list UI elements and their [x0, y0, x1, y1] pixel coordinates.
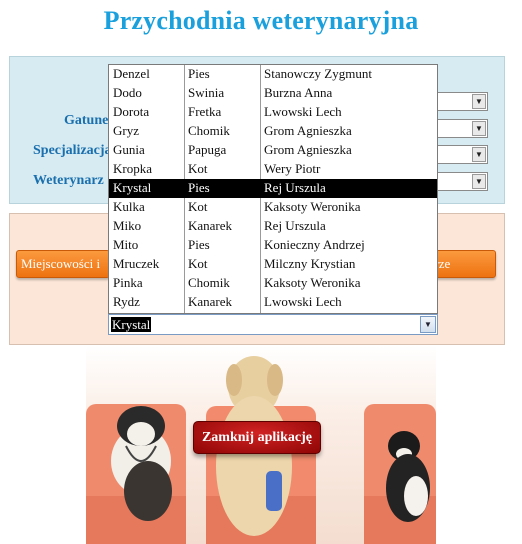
- dropdown-row[interactable]: Krystal Pies Rej Urszula: [109, 179, 437, 198]
- dropdown-row[interactable]: Denzel Pies Stanowczy Zygmunt: [109, 65, 437, 84]
- vet-name-cell: Lwowski Lech: [264, 104, 342, 119]
- dropdown-row[interactable]: Kropka Kot Wery Piotr: [109, 160, 437, 179]
- animal-name-cell: Denzel: [113, 66, 150, 81]
- specjalizacja-label: Specjalizacja: [33, 143, 112, 158]
- animal-name-cell: Mruczek: [113, 256, 160, 271]
- chevron-down-icon[interactable]: ▼: [472, 121, 486, 136]
- dropdown-row[interactable]: Gunia Papuga Grom Agnieszka: [109, 141, 437, 160]
- dropdown-row[interactable]: Mito Pies Konieczny Andrzej: [109, 236, 437, 255]
- animal-name-cell: Rydz: [113, 294, 140, 309]
- page-title: Przychodnia weterynaryjna: [103, 6, 419, 35]
- animal-name-cell: Gunia: [113, 142, 145, 157]
- chevron-down-icon[interactable]: ▼: [472, 147, 486, 162]
- vet-name-cell: Rej Urszula: [264, 180, 326, 195]
- species-cell: Pies: [188, 66, 210, 81]
- vet-name-cell: Kaksoty Weronika: [264, 199, 361, 214]
- close-app-button[interactable]: Zamknij aplikację: [193, 421, 321, 454]
- animal-name-cell: Pinka: [113, 275, 143, 290]
- vet-name-cell: Stanowczy Zygmunt: [264, 66, 372, 81]
- vet-name-cell: Burzna Anna: [264, 85, 333, 100]
- animal-name-cell: Krystal: [113, 180, 152, 195]
- dropdown-row[interactable]: Miko Kanarek Rej Urszula: [109, 217, 437, 236]
- species-cell: Kot: [188, 256, 208, 271]
- vet-name-cell: Wery Piotr: [264, 161, 321, 176]
- dropdown-row[interactable]: Kulka Kot Kaksoty Weronika: [109, 198, 437, 217]
- weterynarz-label: Weterynarz: [33, 173, 104, 188]
- animal-name-cell: Kulka: [113, 199, 145, 214]
- vet-name-cell: Grom Agnieszka: [264, 142, 352, 157]
- species-cell: Kot: [188, 199, 208, 214]
- vet-name-cell: Lwowski Lech: [264, 294, 342, 309]
- animal-dropdown-list[interactable]: Denzel Pies Stanowczy Zygmunt Dodo Swinia Bur…: [108, 64, 438, 314]
- species-cell: Kot: [188, 161, 208, 176]
- species-cell: Pies: [188, 237, 210, 252]
- vet-name-cell: Kaksoty Weronika: [264, 275, 361, 290]
- chevron-down-icon[interactable]: ▼: [420, 316, 436, 333]
- dropdown-row[interactable]: Pinka Chomik Kaksoty Weronika: [109, 274, 437, 293]
- close-app-button-label: Zamknij aplikację: [201, 429, 313, 445]
- dropdown-row[interactable]: Mruczek Kot Milczny Krystian: [109, 255, 437, 274]
- animal-name-cell: Mito: [113, 237, 139, 252]
- animal-name-cell: Miko: [113, 218, 142, 233]
- chevron-down-icon[interactable]: ▼: [472, 174, 486, 189]
- species-cell: Pies: [188, 180, 210, 195]
- chevron-down-icon[interactable]: ▼: [472, 94, 486, 109]
- miejscowosci-button-label: Miejscowości i: [21, 256, 101, 271]
- animal-name-cell: Gryz: [113, 123, 139, 138]
- vet-name-cell: Milczny Krystian: [264, 256, 356, 271]
- dropdown-row[interactable]: Dodo Swinia Burzna Anna: [109, 84, 437, 103]
- animal-name-cell: Dorota: [113, 104, 150, 119]
- animal-combobox-value: Krystal: [111, 317, 152, 332]
- animal-name-cell: Dodo: [113, 85, 142, 100]
- vet-name-cell: Rej Urszula: [264, 218, 326, 233]
- vet-name-cell: Konieczny Andrzej: [264, 237, 365, 252]
- vet-name-cell: Grom Agnieszka: [264, 123, 352, 138]
- animal-combobox[interactable]: Krystal ▼: [108, 314, 438, 335]
- dropdown-row[interactable]: Rydz Kanarek Lwowski Lech: [109, 293, 437, 312]
- species-cell: Kanarek: [188, 218, 233, 233]
- species-cell: Kanarek: [188, 294, 233, 309]
- species-cell: Fretka: [188, 104, 222, 119]
- miejscowosci-button[interactable]: Miejscowości i: [16, 250, 110, 278]
- animal-name-cell: Kropka: [113, 161, 152, 176]
- species-cell: Swinia: [188, 85, 225, 100]
- species-cell: Papuga: [188, 142, 227, 157]
- species-cell: Chomik: [188, 123, 230, 138]
- species-cell: Chomik: [188, 275, 230, 290]
- dropdown-row[interactable]: Dorota Fretka Lwowski Lech: [109, 103, 437, 122]
- dropdown-row[interactable]: Gryz Chomik Grom Agnieszka: [109, 122, 437, 141]
